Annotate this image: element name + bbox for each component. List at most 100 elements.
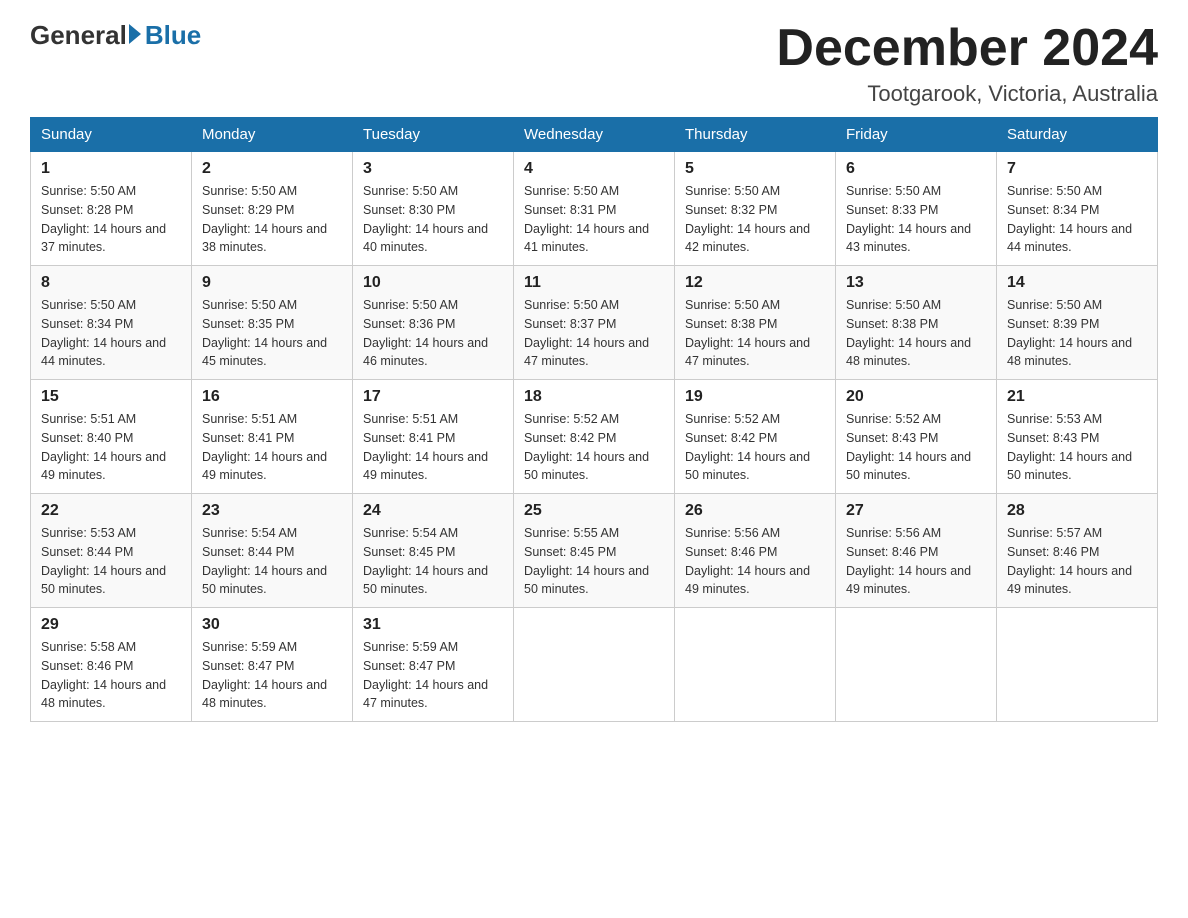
day-info: Sunrise: 5:51 AMSunset: 8:41 PMDaylight:… — [202, 410, 342, 485]
calendar-cell — [997, 608, 1158, 722]
day-number: 9 — [202, 274, 342, 292]
logo-general-text: General — [30, 20, 127, 51]
day-info: Sunrise: 5:53 AMSunset: 8:43 PMDaylight:… — [1007, 410, 1147, 485]
day-number: 23 — [202, 502, 342, 520]
day-number: 17 — [363, 388, 503, 406]
calendar-cell: 29Sunrise: 5:58 AMSunset: 8:46 PMDayligh… — [31, 608, 192, 722]
calendar-cell: 5Sunrise: 5:50 AMSunset: 8:32 PMDaylight… — [675, 152, 836, 266]
day-number: 14 — [1007, 274, 1147, 292]
day-number: 10 — [363, 274, 503, 292]
day-info: Sunrise: 5:56 AMSunset: 8:46 PMDaylight:… — [685, 524, 825, 599]
day-number: 4 — [524, 160, 664, 178]
day-info: Sunrise: 5:56 AMSunset: 8:46 PMDaylight:… — [846, 524, 986, 599]
day-number: 1 — [41, 160, 181, 178]
calendar-cell: 4 Sunrise: 5:50 AMSunset: 8:31 PMDaylight… — [514, 152, 675, 266]
page-header: General Blue December 2024 Tootgarook, V… — [30, 20, 1158, 107]
calendar-table: SundayMondayTuesdayWednesdayThursdayFrid… — [30, 117, 1158, 722]
day-info: Sunrise: 5:50 AMSunset: 8:29 PMDaylight:… — [202, 182, 342, 257]
weekday-header-monday: Monday — [192, 118, 353, 152]
day-number: 13 — [846, 274, 986, 292]
weekday-header-row: SundayMondayTuesdayWednesdayThursdayFrid… — [31, 118, 1158, 152]
day-info: Sunrise: 5:53 AMSunset: 8:44 PMDaylight:… — [41, 524, 181, 599]
day-info: Sunrise: 5:57 AMSunset: 8:46 PMDaylight:… — [1007, 524, 1147, 599]
day-number: 16 — [202, 388, 342, 406]
calendar-cell: 17Sunrise: 5:51 AMSunset: 8:41 PMDayligh… — [353, 380, 514, 494]
logo: General Blue — [30, 20, 201, 51]
day-info: Sunrise: 5:50 AMSunset: 8:36 PMDaylight:… — [363, 296, 503, 371]
calendar-cell: 8 Sunrise: 5:50 AMSunset: 8:34 PMDaylight… — [31, 266, 192, 380]
day-info: Sunrise: 5:50 AMSunset: 8:38 PMDaylight:… — [685, 296, 825, 371]
day-info: Sunrise: 5:54 AMSunset: 8:44 PMDaylight:… — [202, 524, 342, 599]
week-row-2: 8 Sunrise: 5:50 AMSunset: 8:34 PMDaylight… — [31, 266, 1158, 380]
weekday-header-sunday: Sunday — [31, 118, 192, 152]
day-number: 6 — [846, 160, 986, 178]
day-info: Sunrise: 5:52 AMSunset: 8:43 PMDaylight:… — [846, 410, 986, 485]
day-info: Sunrise: 5:50 AMSunset: 8:28 PMDaylight:… — [41, 182, 181, 257]
location-text: Tootgarook, Victoria, Australia — [776, 81, 1158, 107]
day-info: Sunrise: 5:50 AMSunset: 8:33 PMDaylight:… — [846, 182, 986, 257]
day-info: Sunrise: 5:50 AMSunset: 8:34 PMDaylight:… — [41, 296, 181, 371]
calendar-cell: 7 Sunrise: 5:50 AMSunset: 8:34 PMDaylight… — [997, 152, 1158, 266]
calendar-cell: 11Sunrise: 5:50 AMSunset: 8:37 PMDayligh… — [514, 266, 675, 380]
day-number: 15 — [41, 388, 181, 406]
day-info: Sunrise: 5:50 AMSunset: 8:39 PMDaylight:… — [1007, 296, 1147, 371]
logo-blue-text: Blue — [145, 20, 201, 51]
day-number: 31 — [363, 616, 503, 634]
week-row-4: 22 Sunrise: 5:53 AMSunset: 8:44 PMDayligh… — [31, 494, 1158, 608]
day-info: Sunrise: 5:54 AMSunset: 8:45 PMDaylight:… — [363, 524, 503, 599]
calendar-cell: 16 Sunrise: 5:51 AMSunset: 8:41 PMDayligh… — [192, 380, 353, 494]
title-section: December 2024 Tootgarook, Victoria, Aust… — [776, 20, 1158, 107]
day-info: Sunrise: 5:55 AMSunset: 8:45 PMDaylight:… — [524, 524, 664, 599]
day-number: 19 — [685, 388, 825, 406]
calendar-cell: 3 Sunrise: 5:50 AMSunset: 8:30 PMDaylight… — [353, 152, 514, 266]
calendar-cell: 1 Sunrise: 5:50 AMSunset: 8:28 PMDaylight… — [31, 152, 192, 266]
weekday-header-friday: Friday — [836, 118, 997, 152]
day-number: 3 — [363, 160, 503, 178]
day-number: 25 — [524, 502, 664, 520]
day-info: Sunrise: 5:52 AMSunset: 8:42 PMDaylight:… — [685, 410, 825, 485]
calendar-cell — [675, 608, 836, 722]
calendar-cell: 25 Sunrise: 5:55 AMSunset: 8:45 PMDayligh… — [514, 494, 675, 608]
calendar-cell: 24 Sunrise: 5:54 AMSunset: 8:45 PMDayligh… — [353, 494, 514, 608]
week-row-1: 1 Sunrise: 5:50 AMSunset: 8:28 PMDaylight… — [31, 152, 1158, 266]
day-info: Sunrise: 5:50 AMSunset: 8:34 PMDaylight:… — [1007, 182, 1147, 257]
weekday-header-tuesday: Tuesday — [353, 118, 514, 152]
weekday-header-thursday: Thursday — [675, 118, 836, 152]
day-number: 20 — [846, 388, 986, 406]
day-number: 27 — [846, 502, 986, 520]
month-title: December 2024 — [776, 20, 1158, 77]
calendar-cell — [836, 608, 997, 722]
calendar-cell: 2 Sunrise: 5:50 AMSunset: 8:29 PMDaylight… — [192, 152, 353, 266]
week-row-5: 29Sunrise: 5:58 AMSunset: 8:46 PMDayligh… — [31, 608, 1158, 722]
calendar-cell: 12 Sunrise: 5:50 AMSunset: 8:38 PMDayligh… — [675, 266, 836, 380]
day-number: 21 — [1007, 388, 1147, 406]
day-number: 7 — [1007, 160, 1147, 178]
day-info: Sunrise: 5:59 AMSunset: 8:47 PMDaylight:… — [202, 638, 342, 713]
day-number: 2 — [202, 160, 342, 178]
day-info: Sunrise: 5:59 AMSunset: 8:47 PMDaylight:… — [363, 638, 503, 713]
day-info: Sunrise: 5:51 AMSunset: 8:40 PMDaylight:… — [41, 410, 181, 485]
day-number: 24 — [363, 502, 503, 520]
calendar-cell: 22 Sunrise: 5:53 AMSunset: 8:44 PMDayligh… — [31, 494, 192, 608]
day-number: 18 — [524, 388, 664, 406]
day-info: Sunrise: 5:58 AMSunset: 8:46 PMDaylight:… — [41, 638, 181, 713]
calendar-cell: 18Sunrise: 5:52 AMSunset: 8:42 PMDayligh… — [514, 380, 675, 494]
logo-arrow-icon — [129, 24, 141, 44]
day-info: Sunrise: 5:50 AMSunset: 8:30 PMDaylight:… — [363, 182, 503, 257]
calendar-cell: 23 Sunrise: 5:54 AMSunset: 8:44 PMDayligh… — [192, 494, 353, 608]
day-number: 8 — [41, 274, 181, 292]
calendar-cell: 30Sunrise: 5:59 AMSunset: 8:47 PMDayligh… — [192, 608, 353, 722]
day-number: 28 — [1007, 502, 1147, 520]
calendar-cell: 10 Sunrise: 5:50 AMSunset: 8:36 PMDayligh… — [353, 266, 514, 380]
day-info: Sunrise: 5:50 AMSunset: 8:31 PMDaylight:… — [524, 182, 664, 257]
day-info: Sunrise: 5:50 AMSunset: 8:35 PMDaylight:… — [202, 296, 342, 371]
weekday-header-saturday: Saturday — [997, 118, 1158, 152]
day-info: Sunrise: 5:50 AMSunset: 8:32 PMDaylight:… — [685, 182, 825, 257]
calendar-cell: 19 Sunrise: 5:52 AMSunset: 8:42 PMDayligh… — [675, 380, 836, 494]
calendar-cell: 13Sunrise: 5:50 AMSunset: 8:38 PMDayligh… — [836, 266, 997, 380]
calendar-cell: 27 Sunrise: 5:56 AMSunset: 8:46 PMDayligh… — [836, 494, 997, 608]
day-number: 22 — [41, 502, 181, 520]
calendar-cell: 26Sunrise: 5:56 AMSunset: 8:46 PMDayligh… — [675, 494, 836, 608]
day-number: 12 — [685, 274, 825, 292]
weekday-header-wednesday: Wednesday — [514, 118, 675, 152]
